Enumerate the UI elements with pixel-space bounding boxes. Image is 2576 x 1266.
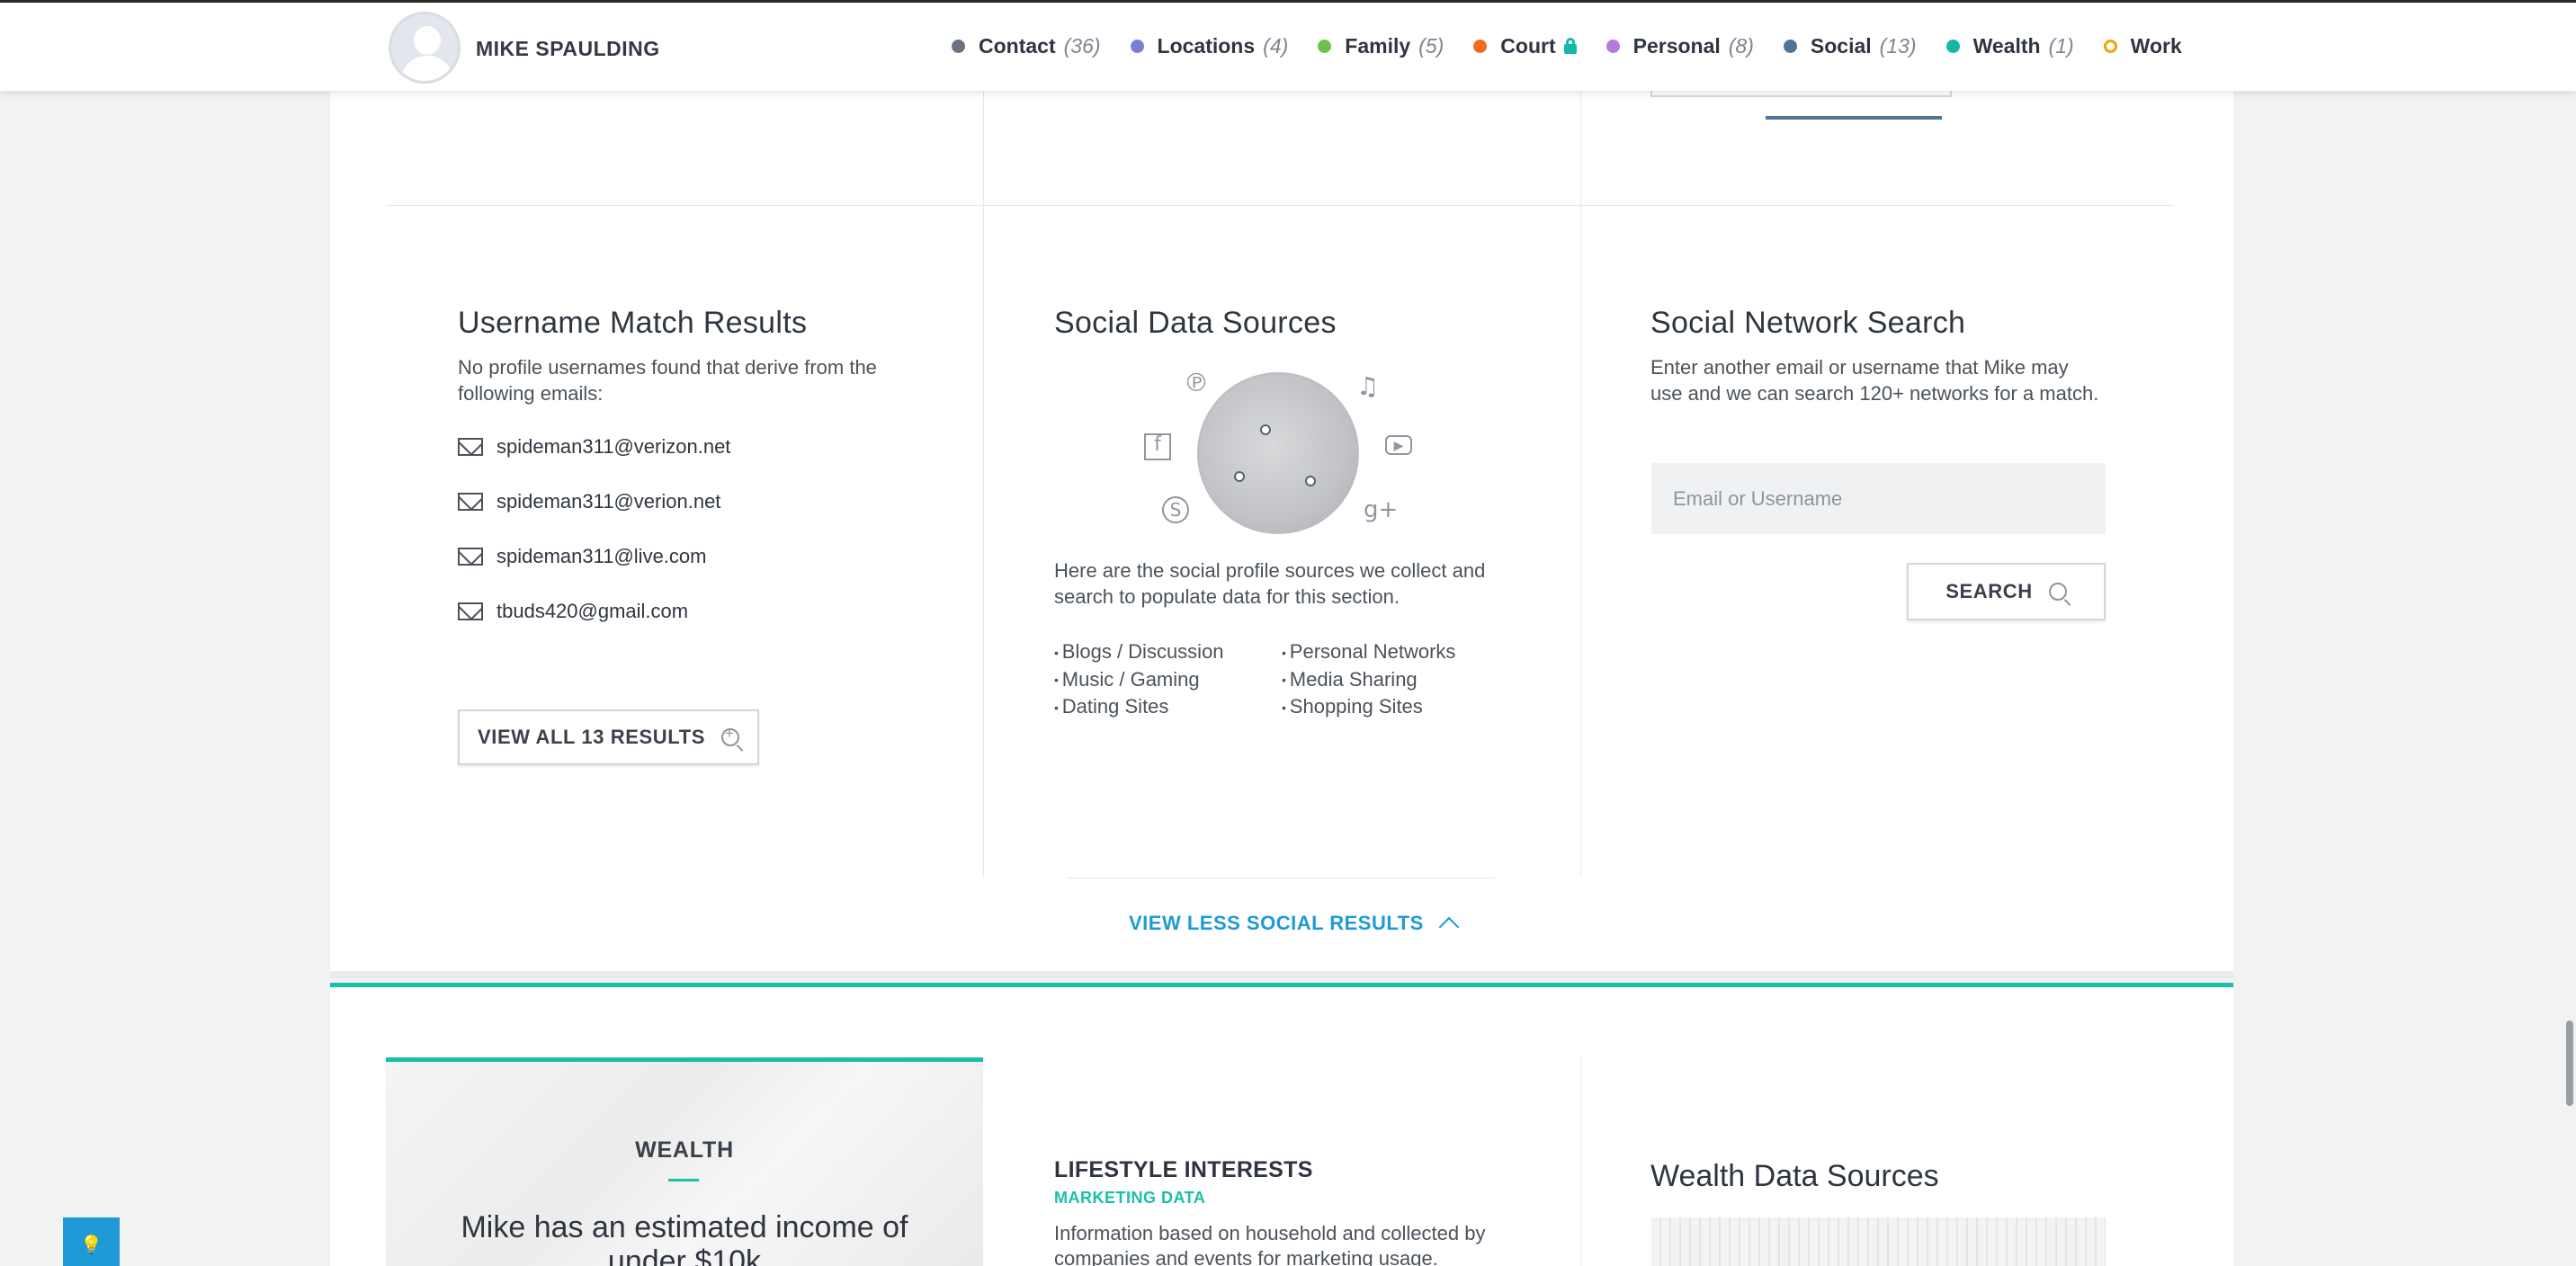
- nav-count: (36): [1063, 33, 1101, 58]
- section-nav: Contact (36) Locations (4) Family (5) Co…: [952, 30, 2212, 120]
- nav-item-locations[interactable]: Locations (4): [1130, 30, 1289, 62]
- nav-item-work[interactable]: Work: [2103, 30, 2182, 62]
- nav-item-social[interactable]: Social (13): [1765, 30, 1942, 120]
- username-match-title: Username Match Results: [458, 306, 808, 340]
- lightbulb-icon: 💡: [80, 1235, 103, 1255]
- search-label: SEARCH: [1945, 580, 2033, 602]
- card-gap: [330, 971, 2233, 978]
- profile-name: MIKE SPAULDING: [476, 37, 660, 60]
- nav-label: Locations: [1157, 33, 1256, 58]
- envelope-icon: [458, 548, 483, 566]
- email-item: spideman311@live.com: [458, 545, 706, 568]
- envelope-icon: [458, 438, 483, 456]
- nav-count: (1): [2048, 33, 2074, 58]
- marketing-data-subtitle: MARKETING DATA: [1054, 1189, 1206, 1207]
- zoom-in-icon: [721, 725, 740, 746]
- search-button[interactable]: SEARCH: [1907, 563, 2106, 620]
- nav-label: Wealth: [1972, 33, 2041, 58]
- heading-underline: [668, 1179, 699, 1181]
- email-item: tbuds420@gmail.com: [458, 600, 688, 623]
- network-node: [1305, 476, 1316, 486]
- email-address: tbuds420@gmail.com: [496, 600, 689, 622]
- social-dot-icon: [1783, 39, 1797, 53]
- nav-label: Court: [1500, 33, 1556, 58]
- estimated-income-text: Mike has an estimated income of under $1…: [461, 1210, 908, 1266]
- email-address: spideman311@verizon.net: [496, 435, 731, 458]
- nav-item-contact[interactable]: Contact (36): [952, 30, 1101, 62]
- nav-item-family[interactable]: Family (5): [1318, 30, 1444, 62]
- column-divider: [983, 90, 984, 878]
- email-address: spideman311@verion.net: [496, 490, 721, 513]
- envelope-icon: [458, 602, 483, 620]
- pinterest-icon: ℗: [1184, 368, 1209, 397]
- personal-dot-icon: [1606, 39, 1620, 53]
- social-network-graphic: ℗ ♫ f ▶ S g+: [1140, 363, 1425, 543]
- source-list-left: Blogs / Discussion Music / Gaming Dating…: [1054, 638, 1224, 721]
- network-search-title: Social Network Search: [1650, 306, 1966, 340]
- locations-dot-icon: [1130, 39, 1144, 53]
- family-dot-icon: [1318, 39, 1332, 53]
- nav-count: (13): [1879, 33, 1917, 58]
- email-or-username-input[interactable]: [1651, 463, 2106, 534]
- nav-label: Work: [2130, 33, 2182, 58]
- lifestyle-description: Information based on household and colle…: [1054, 1222, 1486, 1266]
- wealth-sources-title: Wealth Data Sources: [1650, 1159, 1939, 1193]
- column-divider: [1580, 90, 1581, 878]
- top-navigation-bar: MIKE SPAULDING Contact (36) Locations (4…: [0, 0, 2576, 120]
- network-node: [1260, 424, 1271, 435]
- wealth-summary-box: WEALTH Mike has an estimated income of u…: [386, 1057, 983, 1266]
- nav-item-wealth[interactable]: Wealth (1): [1945, 30, 2074, 62]
- view-all-results-button[interactable]: VIEW ALL 13 RESULTS: [458, 709, 759, 765]
- nav-label: Social: [1810, 33, 1872, 58]
- lock-icon: [1563, 38, 1577, 54]
- youtube-icon: ▶: [1385, 435, 1412, 455]
- globe-graphic: [1197, 372, 1359, 534]
- view-less-label: VIEW LESS SOCIAL RESULTS: [1129, 912, 1424, 934]
- help-lightbulb-button[interactable]: 💡: [63, 1217, 120, 1266]
- court-dot-icon: [1473, 39, 1488, 53]
- nav-count: (4): [1263, 33, 1289, 58]
- nav-label: Personal: [1632, 33, 1721, 58]
- source-list-right: Personal Networks Media Sharing Shopping…: [1282, 638, 1456, 721]
- social-sources-description: Here are the social profile sources we c…: [1054, 559, 1486, 608]
- wealth-sources-graphic: [1651, 1217, 2106, 1266]
- contact-dot-icon: [952, 39, 965, 53]
- source-item: Blogs / Discussion: [1054, 638, 1224, 666]
- nav-item-court[interactable]: Court: [1473, 30, 1577, 62]
- nav-item-personal[interactable]: Personal (8): [1606, 30, 1754, 62]
- nav-count: (8): [1728, 33, 1754, 58]
- search-icon: [2048, 583, 2067, 601]
- social-sources-title: Social Data Sources: [1054, 306, 1337, 340]
- avatar[interactable]: [389, 12, 461, 84]
- source-item: Dating Sites: [1054, 693, 1224, 721]
- network-node: [1234, 471, 1245, 482]
- skype-icon: S: [1162, 496, 1189, 523]
- source-item: Music / Gaming: [1054, 666, 1224, 694]
- source-item: Personal Networks: [1282, 638, 1456, 666]
- email-address: spideman311@live.com: [496, 545, 707, 567]
- view-less-social-results-link[interactable]: VIEW LESS SOCIAL RESULTS: [1129, 912, 1460, 938]
- row-divider: [386, 205, 2174, 206]
- envelope-icon: [458, 493, 483, 511]
- source-item: Media Sharing: [1282, 666, 1455, 694]
- column-divider: [1580, 1057, 1581, 1266]
- facebook-icon: f: [1144, 433, 1171, 460]
- scrollbar-thumb[interactable]: [2566, 1021, 2573, 1106]
- email-item: spideman311@verion.net: [458, 490, 720, 513]
- work-dot-icon: [2103, 39, 2117, 53]
- lifestyle-interests-title: LIFESTYLE INTERESTS: [1054, 1157, 1313, 1182]
- username-match-description: No profile usernames found that derive f…: [458, 356, 877, 405]
- wealth-heading: WEALTH: [635, 1137, 734, 1163]
- source-item: Shopping Sites: [1282, 693, 1455, 721]
- twitter-icon: ♫: [1356, 371, 1380, 401]
- chevron-up-icon: [1438, 916, 1460, 938]
- wealth-dot-icon: [1945, 39, 1960, 53]
- nav-label: Contact: [979, 33, 1056, 58]
- email-item: spideman311@verizon.net: [458, 435, 730, 459]
- google-plus-icon: g+: [1364, 496, 1399, 523]
- network-search-description: Enter another email or username that Mik…: [1650, 356, 2099, 405]
- nav-count: (5): [1418, 33, 1445, 58]
- nav-label: Family: [1345, 33, 1411, 58]
- view-all-label: VIEW ALL 13 RESULTS: [477, 726, 706, 748]
